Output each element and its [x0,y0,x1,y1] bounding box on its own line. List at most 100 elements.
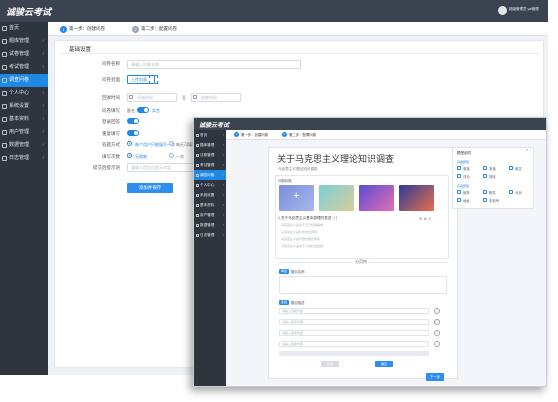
sidebar-item[interactable]: 试卷管理 › [0,48,48,61]
question-label: 问题标题 [278,179,292,183]
next-step-button[interactable]: 下一步 [426,373,444,381]
name-input[interactable]: 请输入问卷名称 [127,60,301,69]
remove-icon[interactable] [434,308,440,314]
menu-icon [196,213,199,217]
sidebar-item[interactable]: 首页 [0,22,48,35]
option-1[interactable]: 马克思主义是关于无产阶级解放 [279,223,439,229]
limit-radio-1[interactable] [127,153,132,158]
choice-input-3[interactable]: 请输入选项内容 [279,330,429,336]
sidebar-item[interactable]: 考试管理 › [0,61,48,74]
sidebar-item[interactable]: 基本资料 › [0,113,48,126]
sidebar-item-label: 试卷管理 [200,153,215,157]
sidebar-item[interactable]: 用户管理 › [194,210,226,220]
option-4[interactable]: 马克思主义是关于人类社会发展 [279,244,439,250]
step-bar: 1 第一步：创建问卷 2 第二步：配置问卷 [48,22,548,36]
widget-attach[interactable]: 附件 [489,190,496,195]
sidebar-item[interactable]: 调查问卷 › [194,170,226,180]
fill-widget-icon[interactable] [509,166,513,170]
radio-widget-icon[interactable] [457,166,461,170]
avatar[interactable] [498,6,507,15]
limit-option-1: 无限制 [135,154,147,159]
survey-title[interactable]: 关于马克思主义理论知识调查 [277,152,394,165]
cover-thumb-4[interactable] [399,185,434,211]
add-option-bar[interactable] [279,351,429,356]
step-2-label[interactable]: 第二步：配置问卷 [141,26,177,32]
multi-label: 重复填写 [102,131,120,136]
menu-icon [2,26,7,31]
widget-page[interactable]: 分页 [515,190,522,195]
step-1-label[interactable]: 第一步：创建问卷 [241,132,268,137]
sidebar-item[interactable]: 系统设置 › [194,190,226,200]
remove-icon[interactable] [434,319,440,325]
start-time-input[interactable]: 开始时间 [127,93,177,102]
cancel-button[interactable]: 取消 [321,361,339,367]
anon-toggle[interactable] [137,107,149,113]
question-tools[interactable]: ⊕ ⊗ ⊙ [419,216,431,221]
upload-icon[interactable] [149,75,158,84]
login-toggle[interactable] [127,118,139,124]
widget-rate[interactable]: 评分 [463,174,470,179]
sidebar-item-label: 考试管理 [9,64,30,70]
sidebar-item[interactable]: 日志管理 › [194,230,226,240]
widget-single[interactable]: 单选 [463,166,470,171]
confirm-button[interactable]: 确定 [375,361,393,367]
widget-address[interactable]: 地址 [463,198,470,203]
widget-multi[interactable]: 多选 [489,166,496,171]
tip-input[interactable]: 请输入提交后提示内容 [127,163,199,172]
cover-thumb-2[interactable] [319,185,354,211]
user-label[interactable]: 超级管理员 yw管理 [509,7,539,12]
save-button[interactable]: 添加并保存 [127,183,173,193]
multi-toggle[interactable] [127,130,139,136]
option-3[interactable]: 马克思主义是开放的理论体系 [279,237,439,243]
chevron-right-icon: › [42,77,44,83]
range-radio-1[interactable] [127,141,132,146]
sort-widget-icon[interactable] [483,174,487,178]
address-widget-icon[interactable] [457,198,461,202]
option-2[interactable]: 马克思主义是科学的世界观 [279,230,439,236]
widget-matrix[interactable]: 矩阵 [463,190,470,195]
sidebar-item[interactable]: 题库管理 › [194,140,226,150]
menu-icon [196,203,199,207]
range-radio-2[interactable] [169,141,174,146]
step-1-label[interactable]: 第一步：创建问卷 [69,26,105,32]
cover-thumb-3[interactable] [359,185,394,211]
sidebar-item[interactable]: 试卷管理 › [194,150,226,160]
matrix-widget-icon[interactable] [457,190,461,194]
block1-textarea[interactable] [279,276,447,294]
phone-widget-icon[interactable] [483,198,487,202]
sidebar-item[interactable]: 题库管理 › [0,35,48,48]
sidebar-item[interactable]: 调查问卷 › [0,74,48,87]
limit-radio-2[interactable] [169,153,174,158]
sidebar-item[interactable]: 个人中心 › [0,87,48,100]
widget-panel-title: 题型组件 [457,151,472,155]
sidebar-item[interactable]: 个人中心 › [194,180,226,190]
step-2-label[interactable]: 第二步：配置问卷 [289,132,316,137]
chevron-right-icon: › [42,90,44,96]
sidebar-item[interactable]: 考试管理 › [194,160,226,170]
star-widget-icon[interactable] [457,174,461,178]
attach-widget-icon[interactable] [483,190,487,194]
choice-input-1[interactable]: 请输入选项内容 [279,308,429,314]
sidebar-item[interactable]: 日志管理 › [0,152,48,165]
end-time-input[interactable]: 结束时间 [191,93,241,102]
menu-icon [2,104,7,109]
widget-fill[interactable]: 填空 [515,166,522,171]
sidebar-item[interactable]: 基本资料 › [194,200,226,210]
sidebar-item[interactable]: 数据管理 › [194,220,226,230]
sidebar-item[interactable]: 系统设置 › [0,100,48,113]
question-text[interactable]: 1.关于马克思主义基本原理的表述（ ） [278,216,340,221]
choice-input-4[interactable]: 请输入选项内容 [279,341,429,347]
sidebar-item[interactable]: 数据管理 › [0,139,48,152]
cover-thumb-add[interactable]: + [279,185,314,211]
remove-icon[interactable] [434,330,440,336]
widget-sort[interactable]: 排序 [489,174,496,179]
choice-input-2[interactable]: 请输入选项内容 [279,319,429,325]
sidebar-item[interactable]: 首页 › [194,130,226,140]
chevron-up-icon[interactable]: ^ [526,149,528,155]
page-widget-icon[interactable] [509,190,513,194]
sidebar-item[interactable]: 用户管理 › [0,126,48,139]
widget-phone[interactable]: 手机号 [489,198,499,203]
remove-icon[interactable] [434,341,440,347]
survey-intro[interactable]: 马克思主义理论知识调查 [278,167,318,172]
checkbox-widget-icon[interactable] [483,166,487,170]
